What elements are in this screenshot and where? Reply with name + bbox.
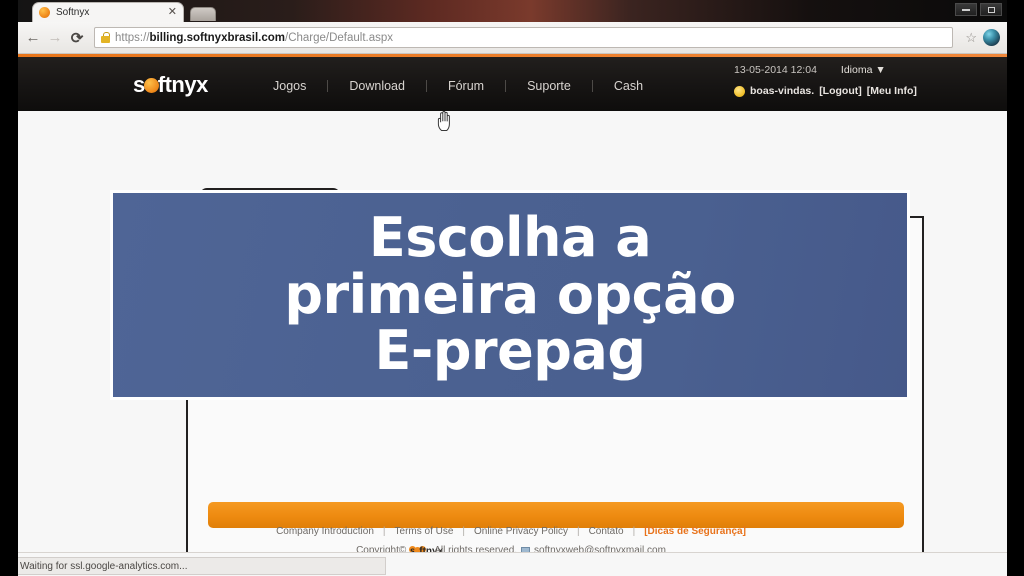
- forward-icon[interactable]: →: [44, 27, 66, 49]
- new-tab-button[interactable]: [190, 7, 216, 21]
- bookmark-star-icon[interactable]: ☆: [965, 30, 977, 46]
- footer-link-online-privacy-policy[interactable]: Online Privacy Policy: [474, 526, 568, 537]
- header-right-group: 13-05-2014 12:04 Idioma ▼ boas-vindas. […: [734, 64, 917, 97]
- browser-tabstrip: Softnyx ✕: [14, 0, 1008, 22]
- lock-icon: [101, 32, 110, 43]
- footer-link-contato[interactable]: Contato: [589, 526, 624, 537]
- softnyx-logo[interactable]: s ftnyx: [133, 72, 208, 98]
- logo-o-icon: [143, 78, 159, 93]
- logo-text-after: ftnyx: [157, 72, 209, 97]
- footer-brand: s ftnyx: [409, 545, 443, 552]
- server-datetime: 13-05-2014 12:04: [734, 64, 817, 76]
- footer-link-terms-of-use[interactable]: Terms of Use: [395, 526, 454, 537]
- nav-item-download[interactable]: Download: [328, 79, 426, 93]
- reload-icon[interactable]: ⟳: [66, 27, 88, 49]
- copyright-suffix: . All rights reserved.: [429, 545, 518, 552]
- instruction-overlay: Escolha a primeira opção E-prepag: [110, 190, 910, 400]
- browser-menu-button[interactable]: [983, 29, 1000, 46]
- copyright-prefix: Copyright©: [356, 545, 407, 552]
- footer-separator: |: [576, 526, 580, 537]
- footer-separator: |: [382, 526, 386, 537]
- overlay-line-2: primeira opção: [284, 262, 736, 326]
- address-bar-url: https://billing.softnyxbrasil.com/Charge…: [115, 32, 393, 44]
- browser-tab-title: Softnyx: [56, 7, 90, 18]
- footer-email[interactable]: softnyxweb@softnyxmail.com: [534, 545, 666, 552]
- nav-item-jogos[interactable]: Jogos: [252, 79, 327, 93]
- header-account-row: boas-vindas. [Logout] [Meu Info]: [734, 85, 917, 97]
- site-footer: Company Introduction | Terms of Use | On…: [14, 526, 1008, 552]
- nav-item-cash[interactable]: Cash: [593, 79, 664, 93]
- softnyx-favicon-icon: [39, 7, 50, 18]
- status-text: Waiting for ssl.google-analytics.com...: [20, 560, 188, 572]
- close-icon[interactable]: ✕: [164, 7, 177, 18]
- site-main-nav: Jogos Download Fórum Suporte Cash: [252, 79, 664, 93]
- address-bar[interactable]: https://billing.softnyxbrasil.com/Charge…: [94, 27, 954, 48]
- my-info-link[interactable]: [Meu Info]: [867, 85, 917, 97]
- mouse-cursor-icon: [437, 110, 450, 131]
- letterbox-left: [0, 0, 18, 576]
- footer-link-dicas-de-seguranca[interactable]: [Dicas de Segurança]: [644, 526, 746, 537]
- back-icon[interactable]: ←: [22, 27, 44, 49]
- footer-separator: |: [462, 526, 466, 537]
- language-selector[interactable]: Idioma ▼: [841, 64, 886, 76]
- minimize-button[interactable]: [955, 3, 977, 16]
- site-header: s ftnyx Jogos Download Fórum Suporte Cash…: [14, 57, 1008, 157]
- screen-root: Softnyx ✕ ← → ⟳ https://billing.softnyxb…: [0, 0, 1024, 576]
- window-controls: [955, 3, 1002, 16]
- browser-status-bar: Waiting for ssl.google-analytics.com...: [14, 552, 1008, 576]
- logout-link[interactable]: [Logout]: [819, 85, 862, 97]
- url-host: billing.softnyxbrasil.com: [149, 31, 285, 44]
- welcome-text: boas-vindas.: [750, 85, 815, 97]
- url-path: /Charge/Default.aspx: [285, 31, 394, 44]
- overlay-line-3: E-prepag: [374, 319, 646, 383]
- footer-copyright: Copyright© s ftnyx . All rights reserved.…: [14, 545, 1008, 552]
- nav-item-forum[interactable]: Fórum: [427, 79, 505, 93]
- footer-separator: |: [632, 526, 636, 537]
- browser-tab-softnyx[interactable]: Softnyx ✕: [32, 2, 184, 22]
- status-pill: Waiting for ssl.google-analytics.com...: [14, 557, 386, 575]
- browser-toolbar: ← → ⟳ https://billing.softnyxbrasil.com/…: [14, 22, 1008, 54]
- logo-text-before: s: [133, 72, 145, 97]
- footer-link-company-introduction[interactable]: Company Introduction: [276, 526, 374, 537]
- url-scheme: https://: [115, 31, 150, 44]
- header-meta-row: 13-05-2014 12:04 Idioma ▼: [734, 64, 917, 76]
- payment-option-bar[interactable]: [208, 502, 904, 528]
- overlay-line-1: Escolha a: [368, 205, 652, 269]
- smiley-icon: [734, 85, 745, 97]
- letterbox-right: [1007, 0, 1024, 576]
- footer-links: Company Introduction | Terms of Use | On…: [14, 526, 1008, 537]
- maximize-button[interactable]: [980, 3, 1002, 16]
- nav-item-suporte[interactable]: Suporte: [506, 79, 592, 93]
